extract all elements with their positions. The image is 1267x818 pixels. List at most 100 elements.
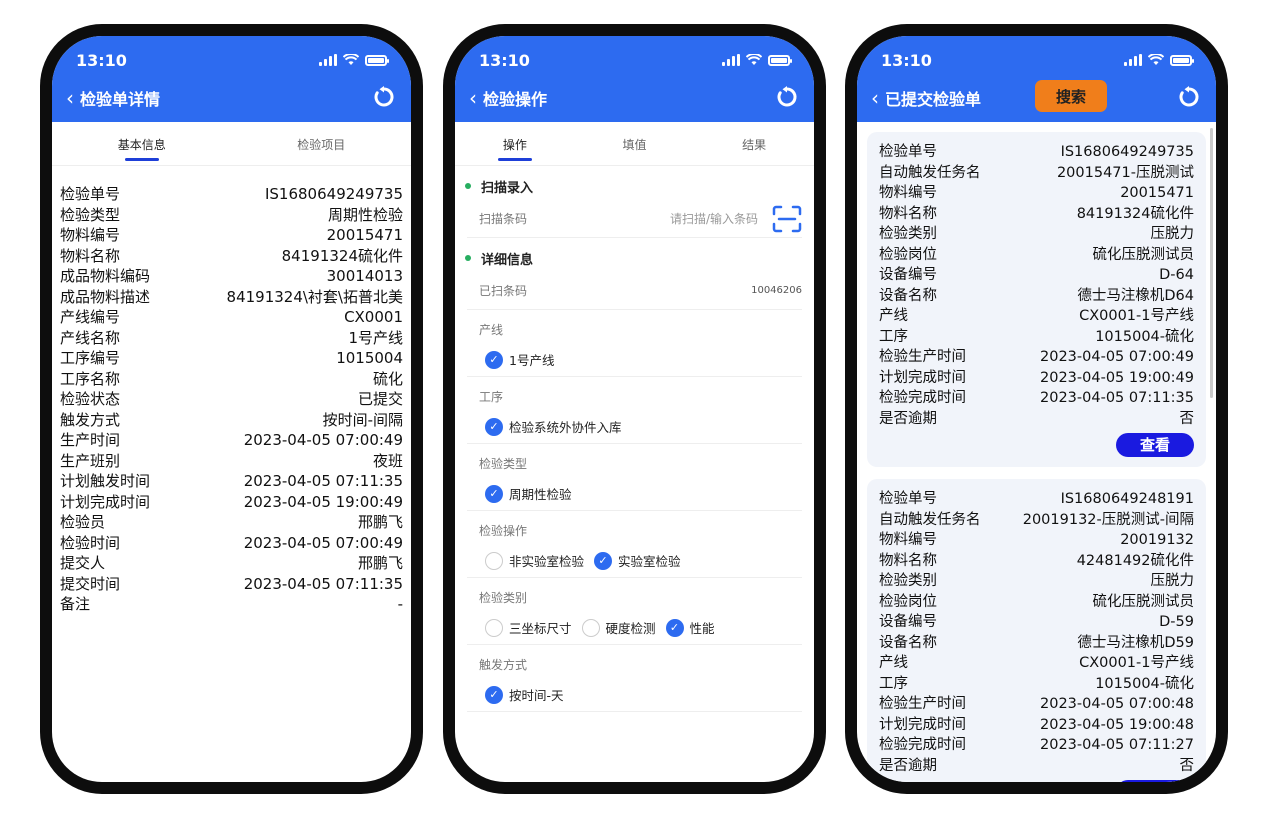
field-row: 设备名称 德士马注橡机D64 bbox=[879, 286, 1194, 307]
field-label: 是否逾期 bbox=[879, 757, 937, 774]
checkbox-option[interactable]: ✓ 按时间-天 bbox=[485, 685, 564, 704]
screen: 13:10 ‹ 已提交检验单 搜索 检验单号 IS1680649249735 自动触… bbox=[857, 36, 1216, 782]
field-value: 2023-04-05 07:11:35 bbox=[243, 574, 403, 593]
refresh-icon[interactable] bbox=[1178, 86, 1200, 108]
screen: 13:10 ‹ 检验操作 操作 填值 结果 扫描录入 扫描条码 请扫描/输入条码… bbox=[455, 36, 814, 782]
field-label: 物料编号 bbox=[879, 185, 937, 201]
scan-icon[interactable] bbox=[772, 205, 802, 233]
signal-icon bbox=[1124, 54, 1142, 66]
field-label: 提交人 bbox=[60, 554, 106, 572]
field-row: 计划完成时间 2023-04-05 19:00:49 bbox=[879, 368, 1194, 389]
field-label: 检验岗位 bbox=[879, 593, 937, 610]
option-row: 三坐标尺寸 硬度检测 ✓ 性能 bbox=[467, 611, 802, 645]
field-row: 物料名称 42481492硫化件 bbox=[879, 551, 1194, 572]
checked-circle-icon[interactable]: ✓ bbox=[485, 417, 503, 436]
checkbox-option[interactable]: 非实验室检验 bbox=[485, 551, 584, 570]
inspection-card: 检验单号 IS1680649249735 自动触发任务名 20015471-压脱测试物… bbox=[867, 132, 1206, 467]
field-value: IS1680649248191 bbox=[1060, 491, 1194, 507]
tab-inspection-items[interactable]: 检验项目 bbox=[232, 122, 412, 165]
section-dot bbox=[465, 255, 471, 261]
field-label: 设备编号 bbox=[879, 267, 937, 283]
back-chevron-icon[interactable]: ‹ bbox=[871, 88, 879, 108]
checkbox-option[interactable]: 硬度检测 bbox=[581, 618, 656, 637]
field-label: 生产班别 bbox=[60, 451, 121, 470]
tab-result[interactable]: 结果 bbox=[694, 122, 814, 165]
field-label: 是否逾期 bbox=[879, 410, 937, 427]
checked-circle-icon[interactable]: ✓ bbox=[665, 618, 684, 637]
field-label: 工序名称 bbox=[60, 369, 121, 388]
field-label: 检验完成时间 bbox=[879, 390, 966, 406]
checkbox-option[interactable]: ✓ 实验室检验 bbox=[594, 551, 681, 570]
field-row: 检验单号 IS1680649248191 bbox=[879, 489, 1194, 510]
section-scan: 扫描录入 bbox=[465, 172, 802, 200]
checked-circle-icon[interactable]: ✓ bbox=[594, 551, 613, 570]
checked-circle-icon[interactable]: ✓ bbox=[485, 685, 503, 704]
view-button[interactable]: 查看 bbox=[1116, 780, 1194, 782]
operation-form: 扫描录入 扫描条码 请扫描/输入条码 详细信息 已扫条码 10046206 产线… bbox=[455, 172, 814, 712]
field-row: 检验完成时间 2023-04-05 07:11:35 bbox=[879, 388, 1194, 409]
field-value: 20015471 bbox=[326, 226, 403, 244]
field-row: 设备名称 德士马注橡机D59 bbox=[879, 633, 1194, 654]
field-row: 检验状态 已提交 bbox=[60, 389, 403, 410]
tab-operation[interactable]: 操作 bbox=[455, 122, 575, 165]
card-list[interactable]: 检验单号 IS1680649249735 自动触发任务名 20015471-压脱测试物… bbox=[857, 122, 1216, 782]
screen: 13:10 ‹ 检验单详情 基本信息 检验项目 检验单号 IS1680649249… bbox=[52, 36, 411, 782]
field-value: 邢鹏飞 bbox=[357, 554, 403, 572]
field-label: 设备编号 bbox=[879, 614, 937, 630]
field-value: 20019132 bbox=[1120, 532, 1194, 548]
field-value: 1015004-硫化 bbox=[1095, 328, 1194, 345]
refresh-icon[interactable] bbox=[776, 86, 798, 108]
status-time: 13:10 bbox=[881, 50, 932, 70]
refresh-icon[interactable] bbox=[373, 86, 395, 108]
barcode-input[interactable]: 请扫描/输入条码 bbox=[670, 210, 758, 227]
tab-bar: 基本信息 检验项目 bbox=[52, 122, 411, 166]
unchecked-circle-icon[interactable] bbox=[581, 618, 600, 637]
checkbox-option[interactable]: 三坐标尺寸 bbox=[485, 618, 572, 637]
field-row: 提交人 邢鹏飞 bbox=[60, 553, 403, 574]
field-row: 物料名称 84191324硫化件 bbox=[60, 246, 403, 267]
field-label: 检验单号 bbox=[879, 144, 937, 160]
field-row: 自动触发任务名 20019132-压脱测试-间隔 bbox=[879, 510, 1194, 531]
battery-icon bbox=[768, 54, 792, 66]
unchecked-circle-icon[interactable] bbox=[485, 618, 503, 637]
checkbox-option[interactable]: ✓ 周期性检验 bbox=[485, 484, 572, 503]
checkbox-option[interactable]: ✓ 检验系统外协件入库 bbox=[485, 417, 622, 436]
search-button[interactable]: 搜索 bbox=[1035, 80, 1107, 112]
unchecked-circle-icon[interactable] bbox=[485, 551, 503, 570]
field-value: 按时间-间隔 bbox=[322, 410, 403, 429]
inspection-card: 检验单号 IS1680649248191 自动触发任务名 20019132-压脱测试-… bbox=[867, 479, 1206, 782]
checkbox-option[interactable]: ✓ 1号产线 bbox=[485, 350, 554, 369]
back-chevron-icon[interactable]: ‹ bbox=[66, 88, 74, 108]
field-row: 物料编号 20019132 bbox=[879, 530, 1194, 551]
view-button[interactable]: 查看 bbox=[1116, 433, 1194, 457]
field-row: 计划完成时间 2023-04-05 19:00:48 bbox=[879, 715, 1194, 736]
field-value: 已提交 bbox=[357, 390, 403, 408]
status-bar: 13:10 bbox=[857, 36, 1216, 74]
field-row: 检验岗位 硫化压脱测试员 bbox=[879, 245, 1194, 266]
checked-circle-icon[interactable]: ✓ bbox=[485, 484, 503, 503]
field-row: 物料编号 20015471 bbox=[879, 183, 1194, 204]
field-row: 提交时间 2023-04-05 07:11:35 bbox=[60, 574, 403, 595]
field-label: 物料名称 bbox=[879, 205, 937, 222]
checked-circle-icon[interactable]: ✓ bbox=[485, 350, 503, 369]
field-row: 是否逾期 否 bbox=[879, 409, 1194, 430]
tab-fill-value[interactable]: 填值 bbox=[575, 122, 695, 165]
option-label: 按时间-天 bbox=[509, 688, 564, 703]
tab-basic-info[interactable]: 基本信息 bbox=[52, 122, 232, 165]
field-value: 1号产线 bbox=[348, 328, 403, 347]
scanned-value: 10046206 bbox=[751, 285, 802, 296]
field-value: 否 bbox=[1179, 410, 1195, 427]
scrollbar[interactable] bbox=[1210, 128, 1213, 398]
field-row: 物料编号 20015471 bbox=[60, 225, 403, 246]
navbar: ‹ 检验操作 bbox=[455, 74, 814, 122]
back-chevron-icon[interactable]: ‹ bbox=[469, 88, 477, 108]
field-label: 提交时间 bbox=[60, 574, 121, 593]
field-row: 产线名称 1号产线 bbox=[60, 328, 403, 349]
field-label: 检验单号 bbox=[60, 185, 121, 203]
field-value: 2023-04-05 07:11:35 bbox=[243, 472, 403, 490]
field-row: 检验岗位 硫化压脱测试员 bbox=[879, 592, 1194, 613]
field-row: 设备编号 D-64 bbox=[879, 265, 1194, 286]
checkbox-option[interactable]: ✓ 性能 bbox=[665, 618, 715, 637]
field-row: 检验类别 压脱力 bbox=[879, 224, 1194, 245]
field-value: D-64 bbox=[1159, 267, 1194, 283]
